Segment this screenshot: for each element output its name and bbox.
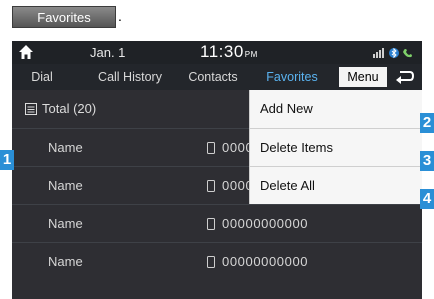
head-unit-screen: Jan. 1 11:30PM Dial Call History Contact…	[12, 41, 422, 299]
phone-icon	[207, 142, 215, 154]
total-count: Total (20)	[42, 101, 97, 116]
tab-contacts[interactable]: Contacts	[176, 64, 250, 90]
tab-dial[interactable]: Dial	[12, 64, 72, 90]
phone-icon	[207, 180, 215, 192]
menu-button[interactable]: Menu	[339, 67, 387, 87]
status-time: 11:30PM	[200, 42, 258, 62]
menu-dropdown: Add New Delete Items Delete All	[249, 90, 422, 204]
status-ampm: PM	[244, 50, 258, 59]
contact-row[interactable]: Name 00000000000	[12, 242, 422, 281]
phone-icon	[207, 256, 215, 268]
status-bar: Jan. 1 11:30PM	[12, 41, 422, 64]
menu-item-delete-items[interactable]: Delete Items	[250, 128, 422, 166]
callout-3: 3	[420, 151, 434, 171]
contact-number: 00000000000	[222, 254, 309, 269]
menu-item-delete-all[interactable]: Delete All	[250, 166, 422, 204]
status-date: Jan. 1	[90, 45, 126, 60]
home-icon[interactable]	[18, 44, 34, 60]
contact-name: Name	[48, 178, 83, 193]
phone-icon	[207, 218, 215, 230]
bluetooth-icon	[389, 47, 399, 59]
list-icon	[25, 103, 37, 115]
status-icons	[373, 47, 412, 59]
favorites-button[interactable]: Favorites	[12, 6, 116, 28]
contact-name: Name	[48, 254, 83, 269]
back-arrow-icon[interactable]	[394, 68, 416, 86]
contact-name: Name	[48, 216, 83, 231]
tab-call-history[interactable]: Call History	[84, 64, 176, 90]
tabs-bar: Dial Call History Contacts Favorites Men…	[12, 64, 422, 90]
signal-icon	[373, 48, 384, 58]
call-icon	[403, 49, 412, 58]
menu-item-add-new[interactable]: Add New	[250, 90, 422, 128]
callout-1: 1	[0, 150, 14, 170]
status-time-value: 11:30	[200, 42, 244, 61]
caption-period: .	[118, 8, 122, 24]
contact-number: 00000000000	[222, 216, 309, 231]
callout-4: 4	[420, 189, 434, 209]
callout-2: 2	[420, 113, 434, 133]
contact-row[interactable]: Name 00000000000	[12, 204, 422, 243]
contact-name: Name	[48, 140, 83, 155]
tab-favorites[interactable]: Favorites	[252, 64, 332, 90]
